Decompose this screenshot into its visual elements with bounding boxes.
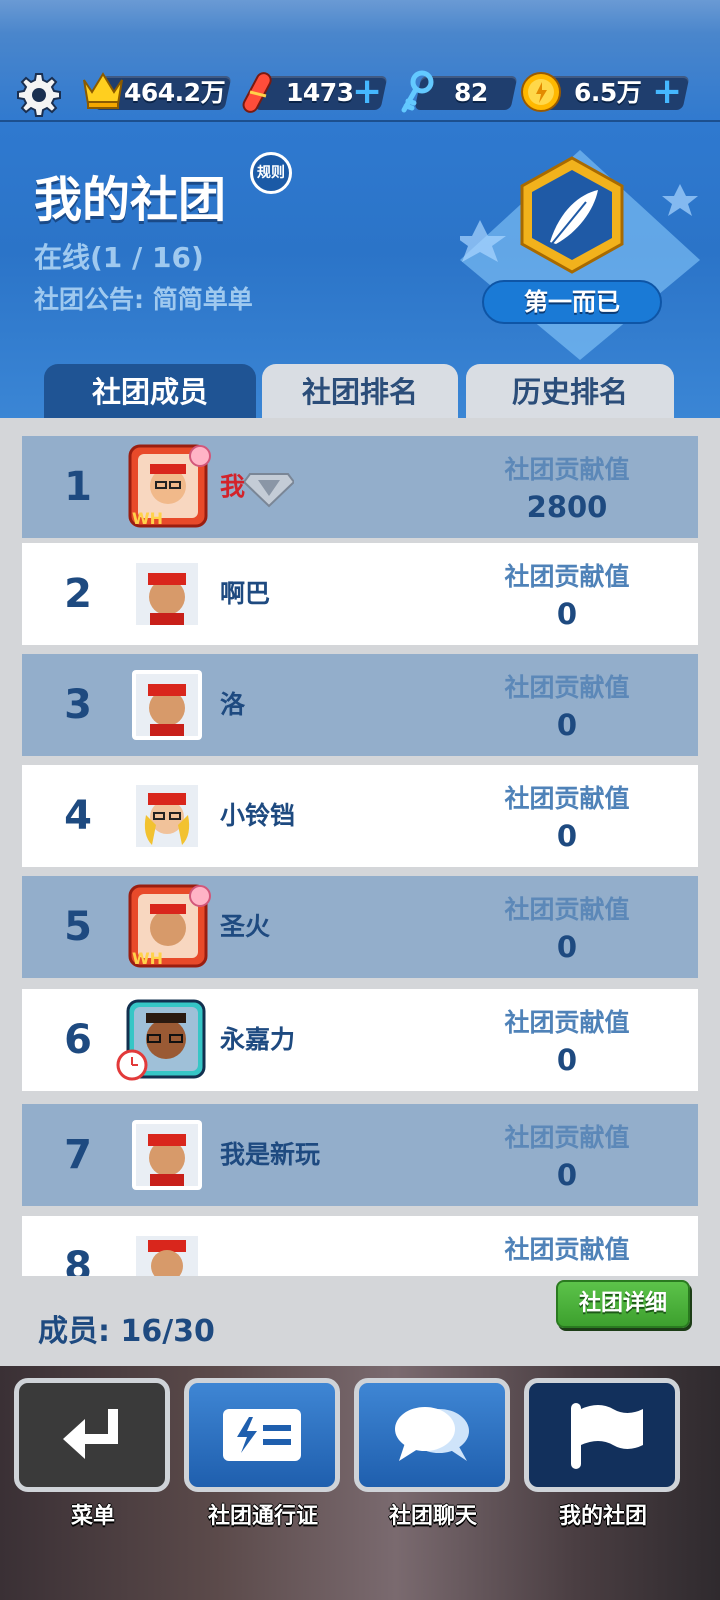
- contribution-label: 社团贡献值: [504, 1008, 630, 1037]
- boards-value: 1473: [286, 78, 354, 107]
- contribution-value: 0: [556, 1158, 578, 1192]
- crowns-value: 464.2万: [124, 78, 226, 107]
- members-list[interactable]: 1 WH 我 社团贡献值 2800 2 啊巴 社团贡献值 0 3 洛 社团贡献值…: [22, 436, 698, 1276]
- tab-history-ranking[interactable]: 历史排名: [466, 364, 674, 420]
- contribution-label: 社团贡献值: [504, 1235, 630, 1264]
- rank-number: 7: [64, 1132, 92, 1178]
- contribution-value: 2800: [526, 490, 608, 524]
- table-row[interactable]: 8 社团贡献值: [22, 1216, 698, 1276]
- contribution-value: 0: [556, 708, 578, 742]
- contribution-label: 社团贡献值: [504, 455, 630, 484]
- key-icon: [401, 70, 434, 113]
- chat-icon: [395, 1407, 469, 1461]
- rules-button[interactable]: 规则: [250, 152, 292, 194]
- currency-bar: 464.2万 1473 + 82 6.5万 +: [0, 64, 720, 122]
- club-badge-icon[interactable]: [460, 150, 700, 360]
- club-chat-button[interactable]: [354, 1378, 510, 1492]
- contribution-label: 社团贡献值: [504, 673, 630, 702]
- member-name: 圣火: [220, 912, 271, 941]
- club-details-button[interactable]: 社团详细: [556, 1280, 690, 1328]
- pass-icon: [223, 1409, 301, 1461]
- contribution-label: 社团贡献值: [504, 895, 630, 924]
- add-boards-button[interactable]: +: [352, 74, 382, 110]
- club-notice: 社团公告: 简简单单: [34, 285, 253, 314]
- avatar: [136, 563, 198, 625]
- member-name: 啊巴: [220, 579, 271, 608]
- tab-members[interactable]: 社团成员: [44, 364, 256, 420]
- gear-icon[interactable]: [14, 70, 64, 120]
- avatar: [132, 1120, 202, 1190]
- club-badge-name: 第一而已: [482, 280, 662, 324]
- table-row[interactable]: 7 我是新玩 社团贡献值 0: [22, 1104, 698, 1206]
- member-name: 我: [220, 472, 246, 501]
- my-club-button[interactable]: [524, 1378, 680, 1492]
- avatar: WH: [128, 884, 211, 968]
- rank-number: 5: [64, 904, 92, 950]
- member-name: 小铃铛: [220, 801, 296, 830]
- table-row[interactable]: 2 啊巴 社团贡献值 0: [22, 543, 698, 645]
- club-chat-label: 社团聊天: [388, 1504, 477, 1529]
- table-row[interactable]: 4 小铃铛 社团贡献值 0: [22, 765, 698, 867]
- avatar: [136, 1236, 198, 1276]
- coins-value: 6.5万: [574, 78, 642, 107]
- online-count: 在线(1 / 16): [34, 241, 204, 274]
- contribution-value: 0: [556, 930, 578, 964]
- club-pass-label: 社团通行证: [207, 1504, 318, 1529]
- diamond-rank-icon: [244, 473, 294, 508]
- avatar: [132, 670, 202, 740]
- rank-number: 3: [64, 682, 92, 728]
- avatar: [116, 999, 206, 1081]
- member-name: 我是新玩: [220, 1140, 321, 1169]
- contribution-value: 0: [556, 1043, 578, 1077]
- table-row[interactable]: 1 WH 我 社团贡献值 2800: [22, 436, 698, 538]
- enter-arrow-icon: [63, 1409, 118, 1459]
- add-coins-button[interactable]: +: [652, 74, 682, 110]
- my-club-label: 我的社团: [558, 1504, 647, 1529]
- member-name: 洛: [220, 690, 246, 719]
- contribution-value: 0: [556, 597, 578, 631]
- avatar: [136, 785, 198, 847]
- flag-icon: [571, 1403, 643, 1469]
- rank-number: 8: [64, 1244, 92, 1276]
- contribution-value: 0: [556, 819, 578, 853]
- table-row[interactable]: 6 永嘉力 社团贡献值 0: [22, 989, 698, 1091]
- members-count: 成员: 16/30: [38, 1314, 215, 1349]
- svg-text:WH: WH: [132, 949, 163, 968]
- keys-value: 82: [454, 78, 488, 107]
- rank-number: 1: [64, 464, 92, 510]
- rank-number: 6: [64, 1017, 92, 1063]
- hoverboard-icon: [242, 72, 272, 113]
- menu-label: 菜单: [70, 1504, 115, 1529]
- contribution-label: 社团贡献值: [504, 784, 630, 813]
- tab-club-ranking[interactable]: 社团排名: [262, 364, 458, 420]
- menu-button[interactable]: [14, 1378, 170, 1492]
- contribution-label: 社团贡献值: [504, 562, 630, 591]
- avatar: WH: [128, 444, 211, 528]
- coin-icon: [521, 72, 561, 112]
- club-title: 我的社团: [34, 172, 227, 228]
- svg-text:WH: WH: [132, 509, 163, 528]
- crown-icon: [83, 72, 123, 109]
- contribution-label: 社团贡献值: [504, 1123, 630, 1152]
- rank-number: 4: [64, 793, 92, 839]
- rank-number: 2: [64, 571, 92, 617]
- member-name: 永嘉力: [220, 1025, 296, 1054]
- table-row[interactable]: 3 洛 社团贡献值 0: [22, 654, 698, 756]
- club-pass-button[interactable]: [184, 1378, 340, 1492]
- table-row[interactable]: 5 WH 圣火 社团贡献值 0: [22, 876, 698, 978]
